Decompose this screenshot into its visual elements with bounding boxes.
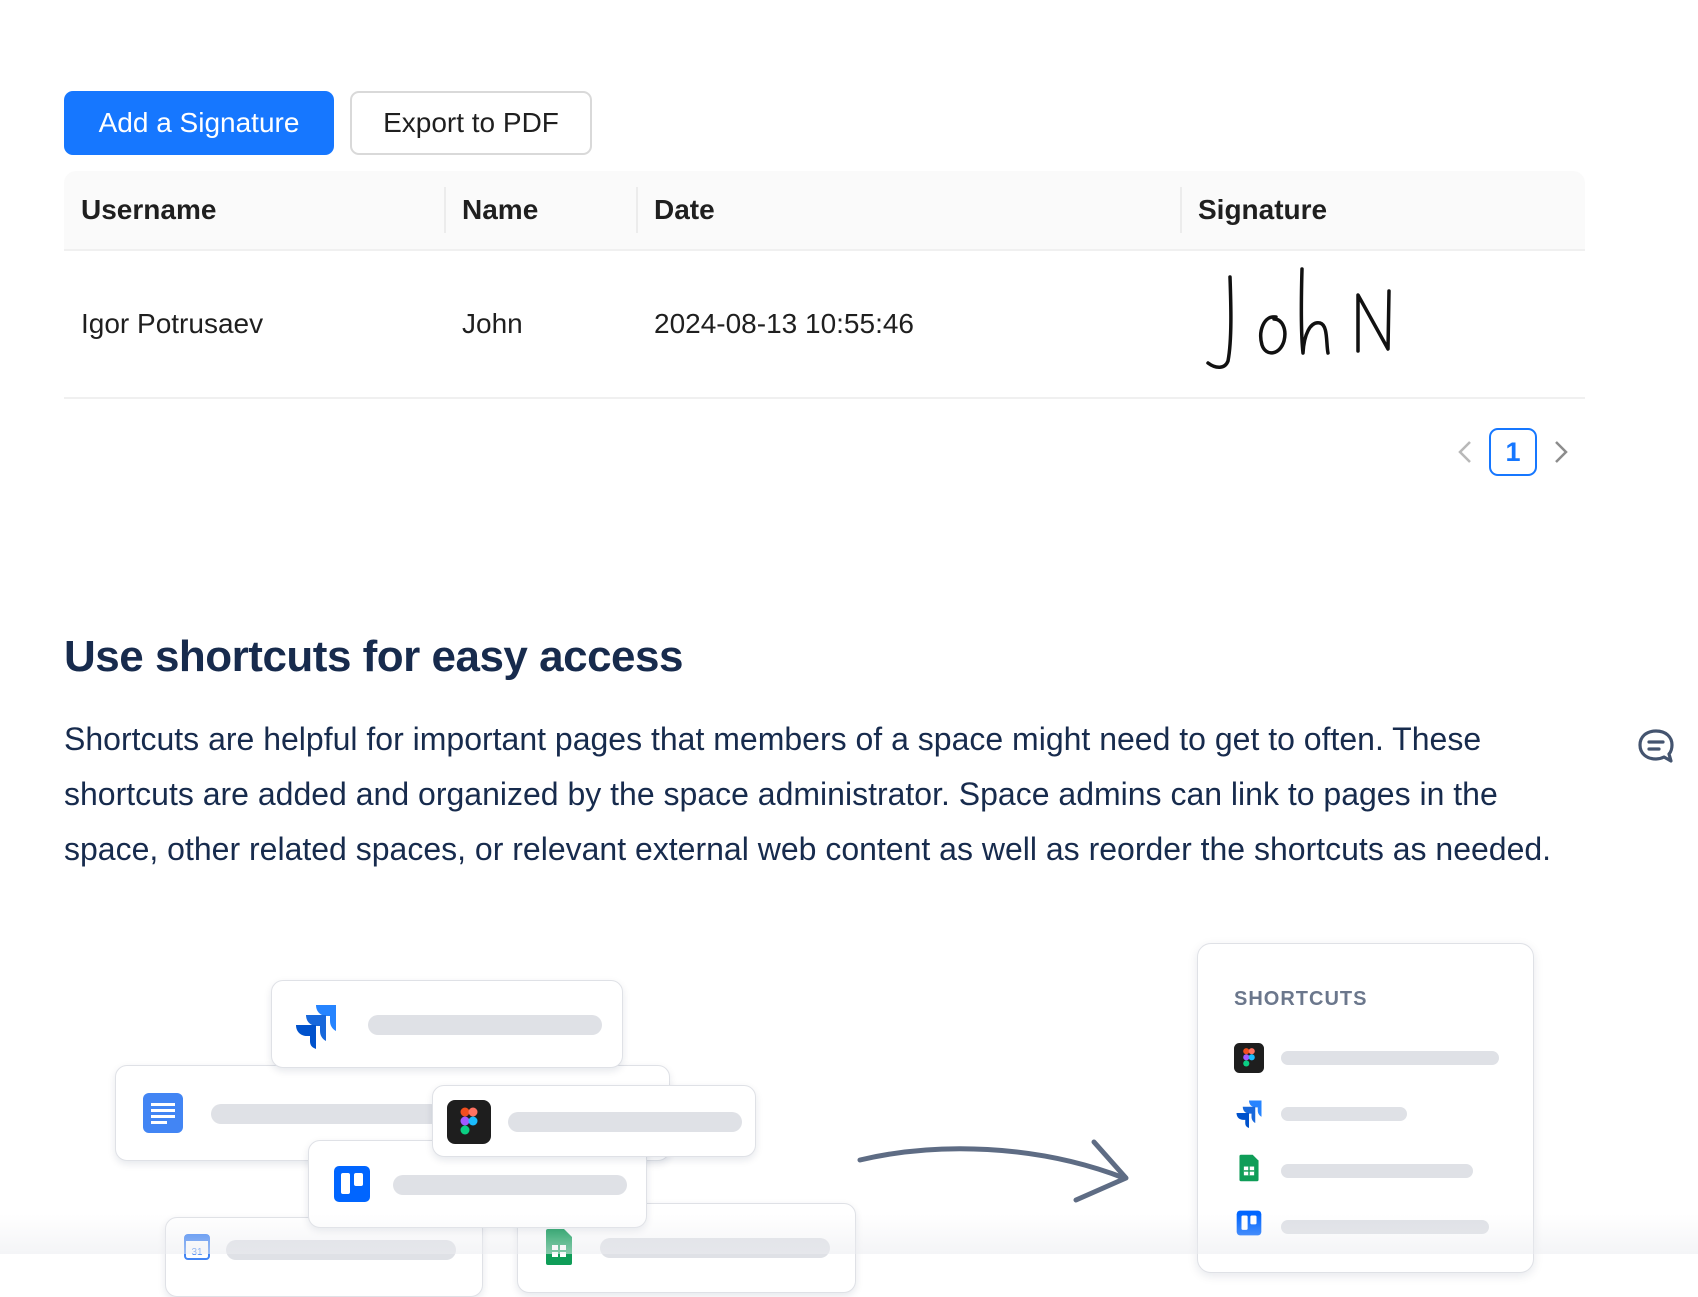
placeholder-bar xyxy=(600,1238,830,1258)
trello-icon xyxy=(1236,1210,1262,1236)
chevron-right-icon xyxy=(1555,441,1568,463)
signatures-table: Username Name Date Signature Igor Potrus… xyxy=(64,171,1585,399)
section-heading: Use shortcuts for easy access xyxy=(64,632,683,681)
jira-icon xyxy=(1236,1100,1262,1128)
column-header-date: Date xyxy=(654,194,715,225)
signature-image xyxy=(1206,267,1391,369)
cell-name: John xyxy=(462,308,523,339)
figma-icon xyxy=(447,1100,491,1144)
arrow-icon xyxy=(857,1139,1129,1203)
google-docs-icon xyxy=(143,1093,183,1133)
placeholder-bar xyxy=(1281,1107,1407,1121)
column-divider xyxy=(636,187,638,233)
pagination-next-button[interactable] xyxy=(1537,428,1585,476)
placeholder-bar xyxy=(1281,1164,1473,1178)
placeholder-bar xyxy=(1281,1220,1489,1234)
illustration-card-calendar: 31 xyxy=(165,1217,483,1297)
cell-username: Igor Potrusaev xyxy=(81,308,264,339)
cell-date: 2024-08-13 10:55:46 xyxy=(654,308,914,339)
column-divider xyxy=(1180,187,1182,233)
column-header-username: Username xyxy=(81,194,217,225)
column-divider xyxy=(444,187,446,233)
add-signature-button[interactable]: Add a Signature xyxy=(64,91,334,155)
cell-signature xyxy=(1198,251,1438,397)
calendar-day-text: 31 xyxy=(191,1247,203,1258)
trello-icon xyxy=(334,1166,370,1202)
illustration-card-jira xyxy=(271,980,623,1068)
inline-comment-icon[interactable] xyxy=(1636,726,1676,766)
shortcuts-panel: SHORTCUTS xyxy=(1197,943,1534,1273)
google-sheets-icon xyxy=(1239,1154,1259,1182)
table-header: Username Name Date Signature xyxy=(64,171,1585,251)
jira-icon xyxy=(296,1005,336,1049)
placeholder-bar xyxy=(226,1240,456,1260)
illustration-card-figma xyxy=(432,1085,756,1157)
column-header-signature: Signature xyxy=(1198,194,1328,225)
placeholder-bar xyxy=(393,1175,627,1195)
pagination-prev-button[interactable] xyxy=(1441,428,1489,476)
column-header-name: Name xyxy=(462,194,539,225)
table-row: Igor Potrusaev John 2024-08-13 10:55:46 xyxy=(64,251,1585,399)
figma-icon xyxy=(1234,1043,1264,1073)
pagination-page-1[interactable]: 1 xyxy=(1489,428,1537,476)
placeholder-bar xyxy=(508,1112,742,1132)
placeholder-bar xyxy=(1281,1051,1499,1065)
export-pdf-button[interactable]: Export to PDF xyxy=(350,91,592,155)
section-paragraph: Shortcuts are helpful for important page… xyxy=(64,721,1552,867)
placeholder-bar xyxy=(211,1104,441,1124)
placeholder-bar xyxy=(368,1015,602,1035)
shortcuts-title: SHORTCUTS xyxy=(1234,988,1368,1010)
google-calendar-icon: 31 xyxy=(184,1234,210,1260)
google-sheets-icon xyxy=(546,1229,572,1265)
chevron-left-icon xyxy=(1458,441,1471,463)
